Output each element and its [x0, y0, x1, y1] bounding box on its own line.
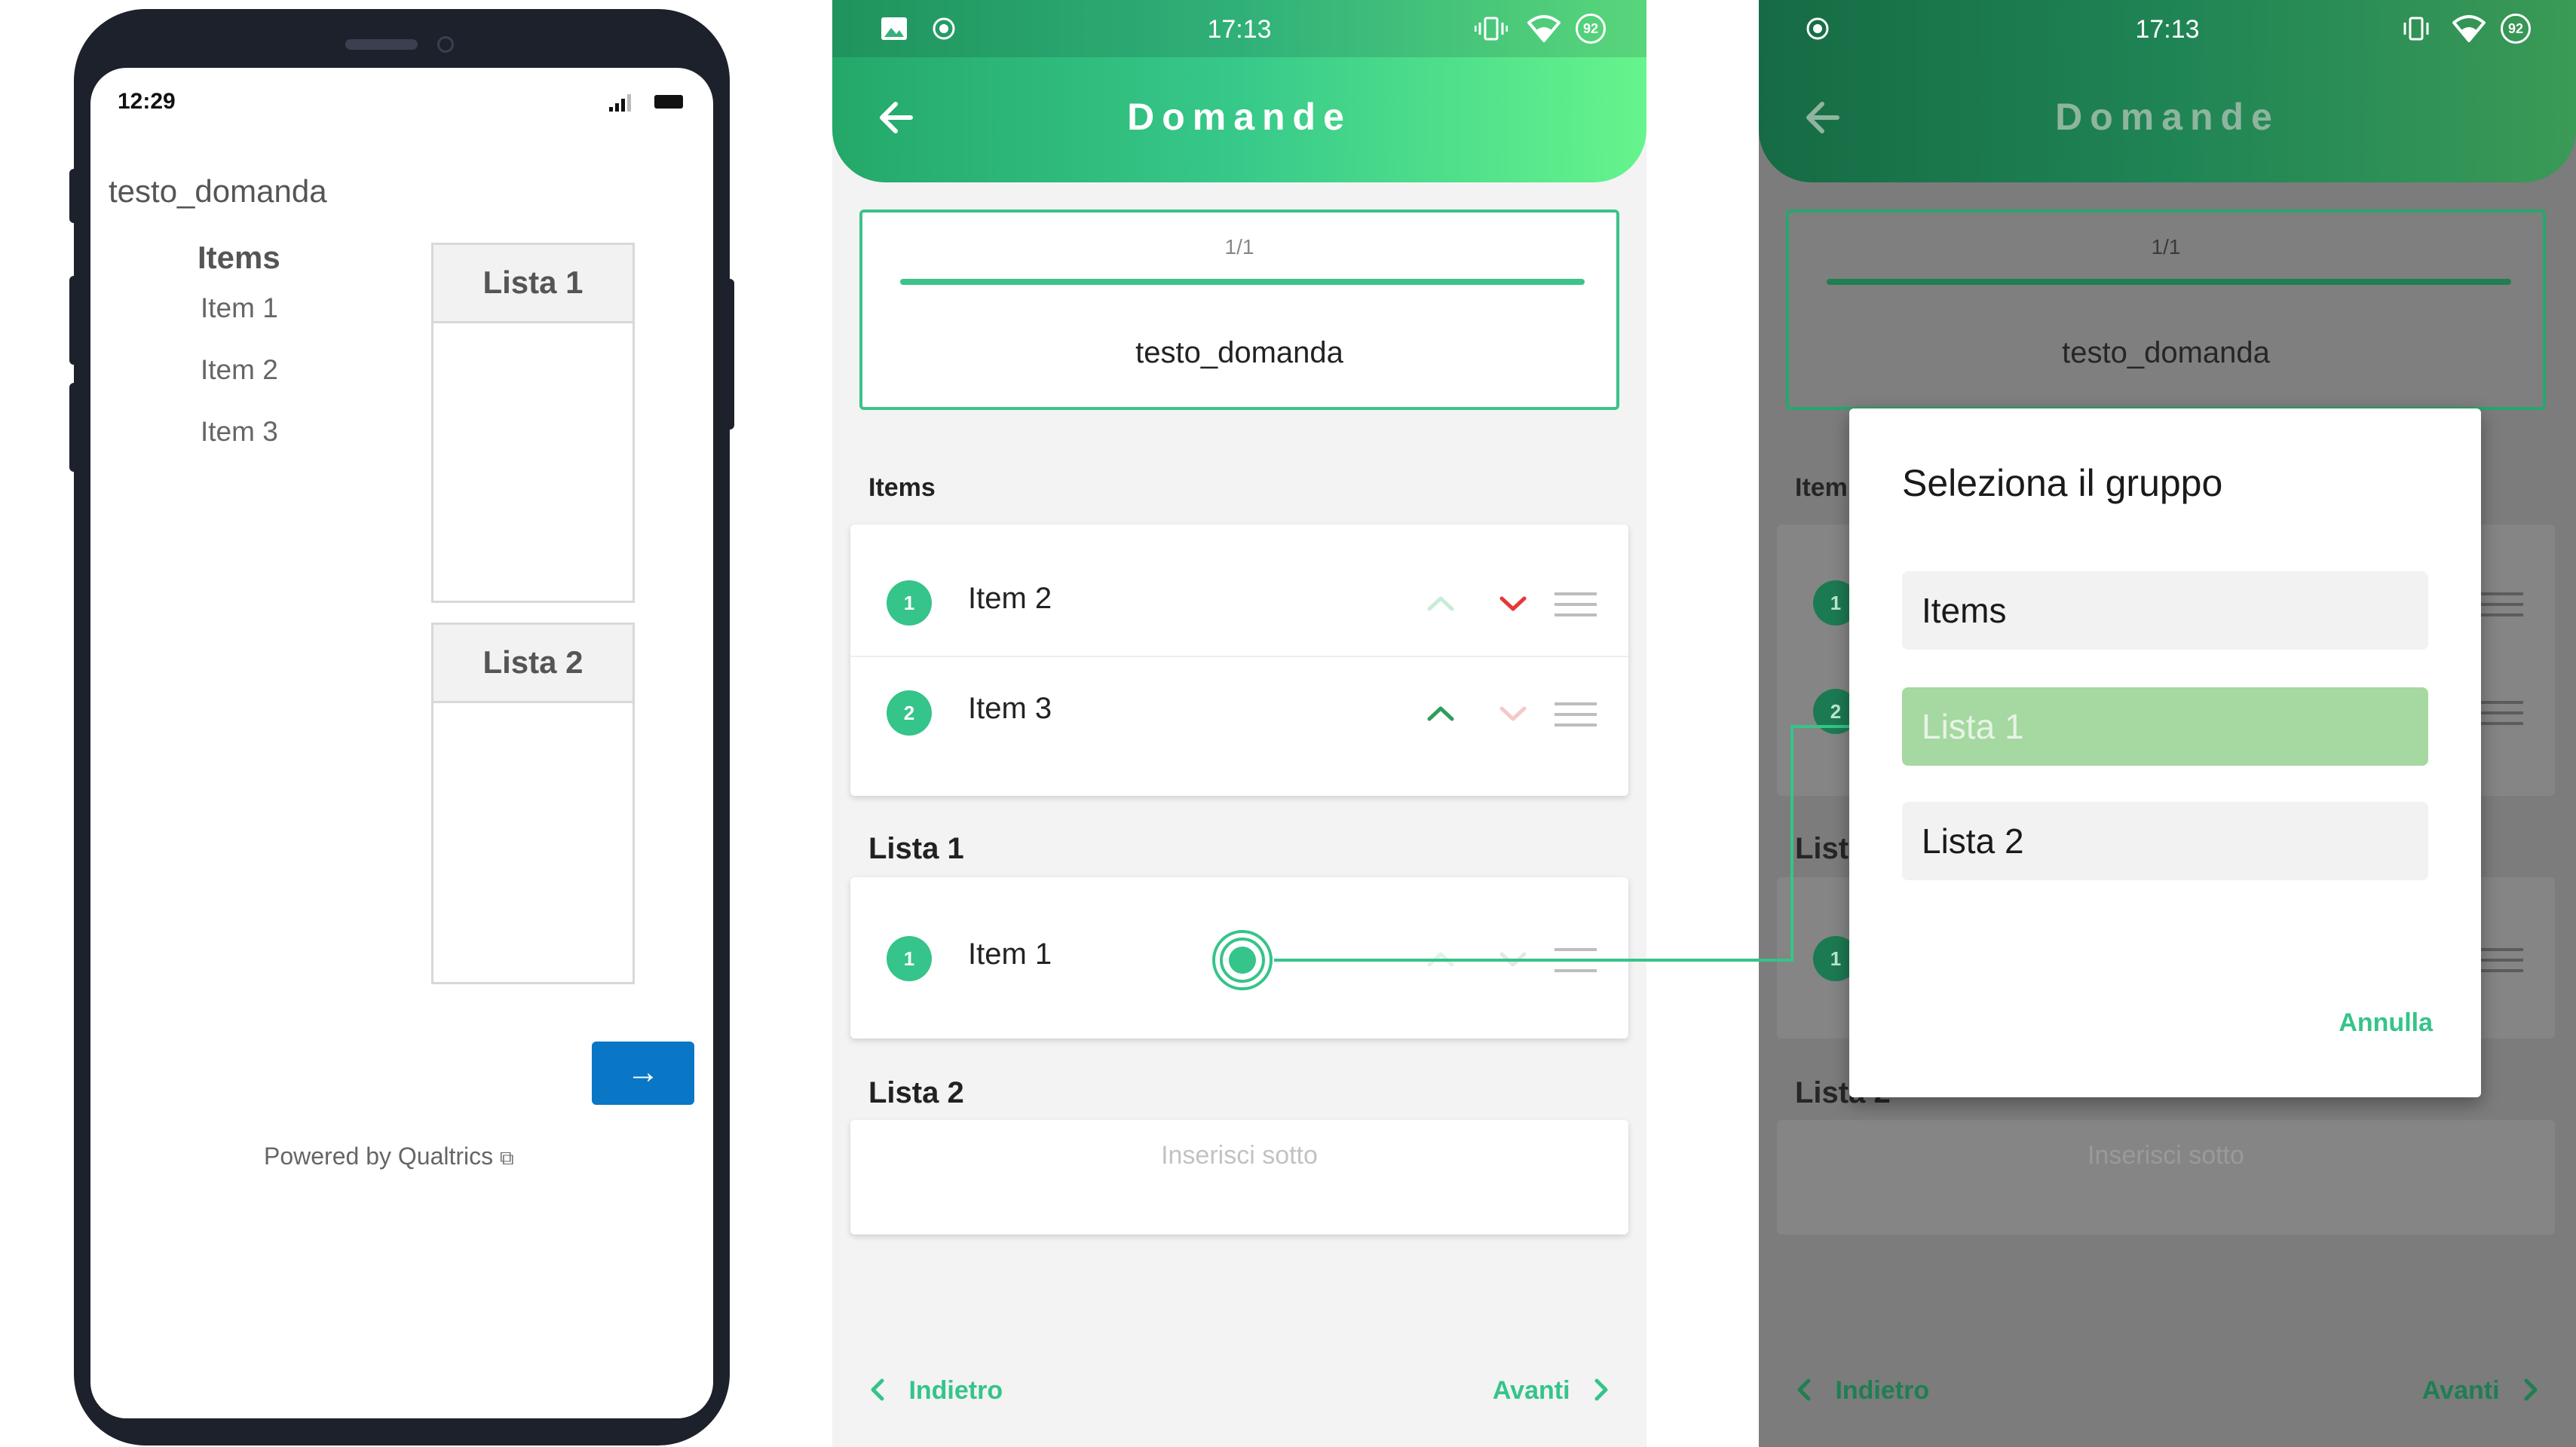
- status-time: 17:13: [1207, 15, 1272, 44]
- chevron-left-icon: [1797, 1378, 1811, 1401]
- group-card-lista-2[interactable]: Inserisci sotto: [850, 1120, 1628, 1234]
- drop-box-lista-1[interactable]: Lista 1: [431, 243, 635, 603]
- chevron-left-icon: [871, 1378, 884, 1401]
- status-bar: 17:13 92: [1759, 0, 2576, 57]
- battery-indicator: 92: [2501, 14, 2531, 44]
- battery-icon: [654, 95, 683, 109]
- move-down-icon[interactable]: [1493, 583, 1533, 624]
- empty-placeholder: Inserisci sotto: [2087, 1141, 2244, 1170]
- qualtrics-preview-screen: 12:29 testo_domanda Items Item 1 Item 2 …: [90, 68, 713, 1418]
- app-screen: 17:13 92 Domande 1/1 testo_domanda Items…: [832, 0, 1646, 1447]
- dialog-title: Seleziona il gruppo: [1902, 462, 2223, 504]
- question-text: testo_domanda: [109, 173, 327, 209]
- position-badge: 1: [887, 580, 932, 626]
- draggable-item[interactable]: Item 3: [201, 416, 278, 448]
- drag-handle-icon[interactable]: [1553, 589, 1598, 619]
- group-label-items: Items: [868, 473, 936, 502]
- status-bar: 17:13 92: [832, 0, 1646, 57]
- group-card-items: 1 Item 2 2 Item 3: [850, 525, 1628, 796]
- dialog-option-lista-1[interactable]: Lista 1: [1902, 687, 2428, 766]
- dialog-option-items[interactable]: Items: [1902, 571, 2428, 650]
- powered-by-text: Powered by Qualtrics: [264, 1143, 494, 1170]
- next-button: Avanti: [2422, 1376, 2541, 1406]
- next-button[interactable]: →: [592, 1042, 694, 1105]
- touch-indicator-icon: [1212, 930, 1273, 990]
- position-badge: 1: [887, 936, 932, 981]
- back-label: Indietro: [908, 1376, 1003, 1405]
- powered-by-link[interactable]: Powered by Qualtrics ⧉: [264, 1143, 514, 1170]
- move-up-icon[interactable]: [1420, 939, 1461, 980]
- list-item[interactable]: 2 Item 3: [850, 656, 1628, 764]
- chevron-right-icon: [2524, 1378, 2538, 1401]
- phone-speaker: [345, 39, 418, 50]
- drag-handle-icon: [2481, 701, 2523, 725]
- signal-icon: [609, 94, 631, 112]
- drag-handle-icon[interactable]: [1553, 945, 1598, 975]
- battery-indicator: 92: [1576, 14, 1606, 44]
- back-button[interactable]: Indietro: [867, 1376, 1003, 1406]
- group-label-lista-1: Lista 1: [868, 832, 964, 865]
- question-text: testo_domanda: [1135, 336, 1343, 369]
- drop-box-title: Lista 2: [433, 625, 633, 703]
- empty-placeholder: Inserisci sotto: [1161, 1141, 1318, 1170]
- move-down-icon[interactable]: [1493, 939, 1533, 980]
- group-label-lista-2: Lista 2: [868, 1076, 964, 1109]
- drag-handle-icon[interactable]: [1553, 699, 1598, 730]
- question-counter: 1/1: [1224, 235, 1254, 259]
- external-link-icon: ⧉: [500, 1146, 514, 1169]
- phone-volume-up: [69, 276, 81, 365]
- drop-box-lista-2[interactable]: Lista 2: [431, 623, 635, 984]
- question-counter: 1/1: [2151, 235, 2181, 259]
- question-card: 1/1 testo_domanda: [859, 210, 1619, 410]
- phone-volume-down: [69, 383, 81, 472]
- move-down-icon[interactable]: [1493, 693, 1533, 734]
- status-time: 12:29: [118, 89, 176, 114]
- drop-box-title: Lista 1: [433, 245, 633, 323]
- item-label: Item 3: [968, 692, 1052, 725]
- question-card: 1/1 testo_domanda: [1786, 210, 2546, 410]
- list-item[interactable]: 1 Item 2: [850, 547, 1628, 656]
- progress-bar: [900, 279, 1585, 285]
- vibrate-icon: [1475, 17, 1508, 41]
- item-label: Item 1: [968, 938, 1052, 971]
- group-label-items: Item: [1795, 473, 1848, 502]
- phone-power-button: [722, 279, 734, 430]
- wifi-icon: [2452, 15, 2486, 42]
- back-button: Indietro: [1793, 1376, 1929, 1406]
- question-text: testo_domanda: [2062, 336, 2270, 369]
- next-label: Avanti: [2421, 1376, 2500, 1405]
- wifi-icon: [1527, 15, 1561, 42]
- phone-camera: [437, 36, 454, 53]
- next-label: Avanti: [1492, 1376, 1570, 1405]
- back-label: Indietro: [1835, 1376, 1930, 1405]
- item-label: Item 2: [968, 582, 1052, 615]
- group-label-lista-1: List: [1795, 832, 1849, 865]
- move-up-icon[interactable]: [1420, 583, 1461, 624]
- dialog-option-lista-2[interactable]: Lista 2: [1902, 802, 2428, 880]
- drag-handle-icon: [2481, 592, 2523, 616]
- draggable-item[interactable]: Item 2: [201, 354, 278, 386]
- vibrate-icon: [2403, 17, 2429, 41]
- phone-side-button: [69, 169, 81, 223]
- items-group-title: Items: [198, 240, 280, 275]
- next-button[interactable]: Avanti: [1493, 1376, 1612, 1406]
- select-group-dialog: Seleziona il gruppo Items Lista 1 Lista …: [1849, 408, 2481, 1097]
- draggable-item[interactable]: Item 1: [201, 292, 278, 324]
- page-title: Domande: [2055, 96, 2280, 138]
- drag-handle-icon: [2481, 948, 2523, 972]
- chevron-right-icon: [1594, 1378, 1608, 1401]
- cancel-button[interactable]: Annulla: [2339, 1008, 2433, 1038]
- progress-bar: [1827, 279, 2511, 285]
- page-title: Domande: [1127, 96, 1352, 138]
- move-up-icon[interactable]: [1420, 693, 1461, 734]
- position-badge: 2: [887, 690, 932, 736]
- group-card-lista-2: Inserisci sotto: [1777, 1120, 2555, 1234]
